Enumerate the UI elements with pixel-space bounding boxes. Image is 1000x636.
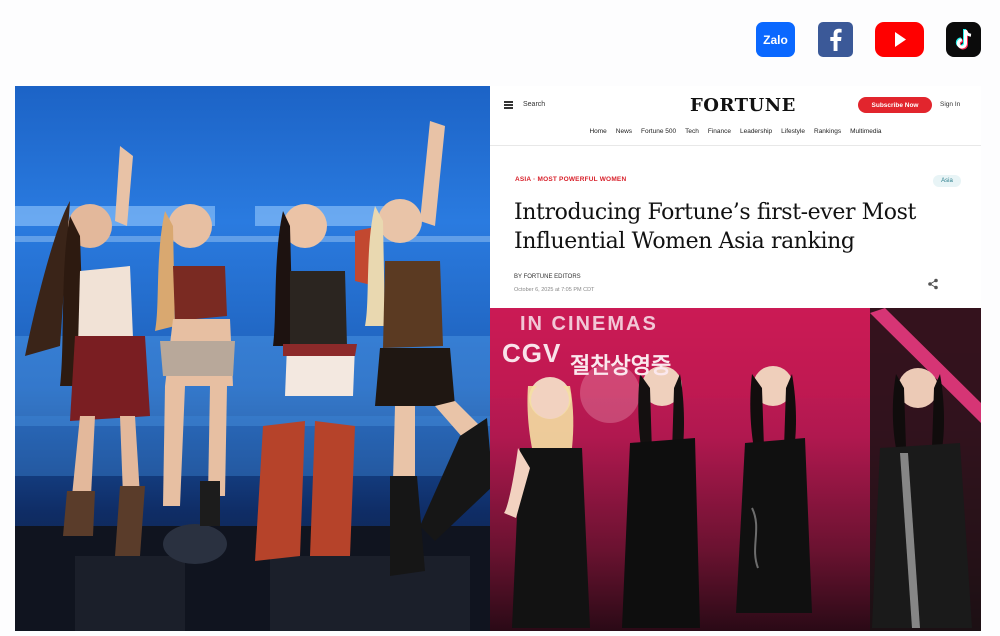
now-showing-korean-text: 절찬상영중: [570, 354, 672, 379]
fortune-header: Search FORTUNE Subscribe Now Sign In Hom…: [490, 86, 981, 146]
hamburger-menu-icon[interactable]: [504, 101, 513, 109]
zalo-icon[interactable]: Zalo: [756, 22, 795, 57]
article-kicker[interactable]: ASIA · MOST POWERFUL WOMEN: [515, 176, 626, 183]
article-byline: BY FORTUNE EDITORS: [514, 274, 581, 280]
fortune-article-screenshot: Search FORTUNE Subscribe Now Sign In Hom…: [490, 86, 981, 308]
search-link[interactable]: Search: [523, 101, 545, 108]
article-dateline: October 6, 2025 at 7:05 PM CDT: [514, 287, 595, 293]
nav-item-lifestyle[interactable]: Lifestyle: [781, 128, 805, 135]
nav-item-multimedia[interactable]: Multimedia: [850, 128, 881, 135]
article-headline: Introducing Fortune’s first-ever Most In…: [514, 200, 916, 254]
tiktok-icon[interactable]: [946, 22, 981, 57]
fortune-logo[interactable]: FORTUNE: [690, 95, 796, 116]
concert-photo: [15, 86, 490, 631]
region-badge: Asia: [933, 175, 961, 187]
facebook-icon[interactable]: [818, 22, 853, 57]
nav-item-finance[interactable]: Finance: [708, 128, 731, 135]
nav-item-news[interactable]: News: [616, 128, 632, 135]
article-composite-image: Search FORTUNE Subscribe Now Sign In Hom…: [15, 86, 981, 631]
zalo-label: Zalo: [763, 32, 788, 47]
nav-item-tech[interactable]: Tech: [685, 128, 699, 135]
premiere-event-photo: IN CINEMAS CGV 절찬상영중: [490, 308, 981, 631]
nav-item-leadership[interactable]: Leadership: [740, 128, 772, 135]
nav-item-rankings[interactable]: Rankings: [814, 128, 841, 135]
nav-item-home[interactable]: Home: [589, 128, 606, 135]
fortune-nav: Home News Fortune 500 Tech Finance Leade…: [490, 128, 981, 135]
youtube-icon[interactable]: [875, 22, 924, 57]
subscribe-button[interactable]: Subscribe Now: [858, 97, 932, 113]
share-icon[interactable]: [927, 278, 939, 290]
in-cinemas-banner-text: IN CINEMAS: [520, 313, 658, 335]
nav-item-fortune-500[interactable]: Fortune 500: [641, 128, 676, 135]
cgv-logo-text: CGV: [502, 338, 562, 368]
sign-in-link[interactable]: Sign In: [940, 101, 960, 108]
